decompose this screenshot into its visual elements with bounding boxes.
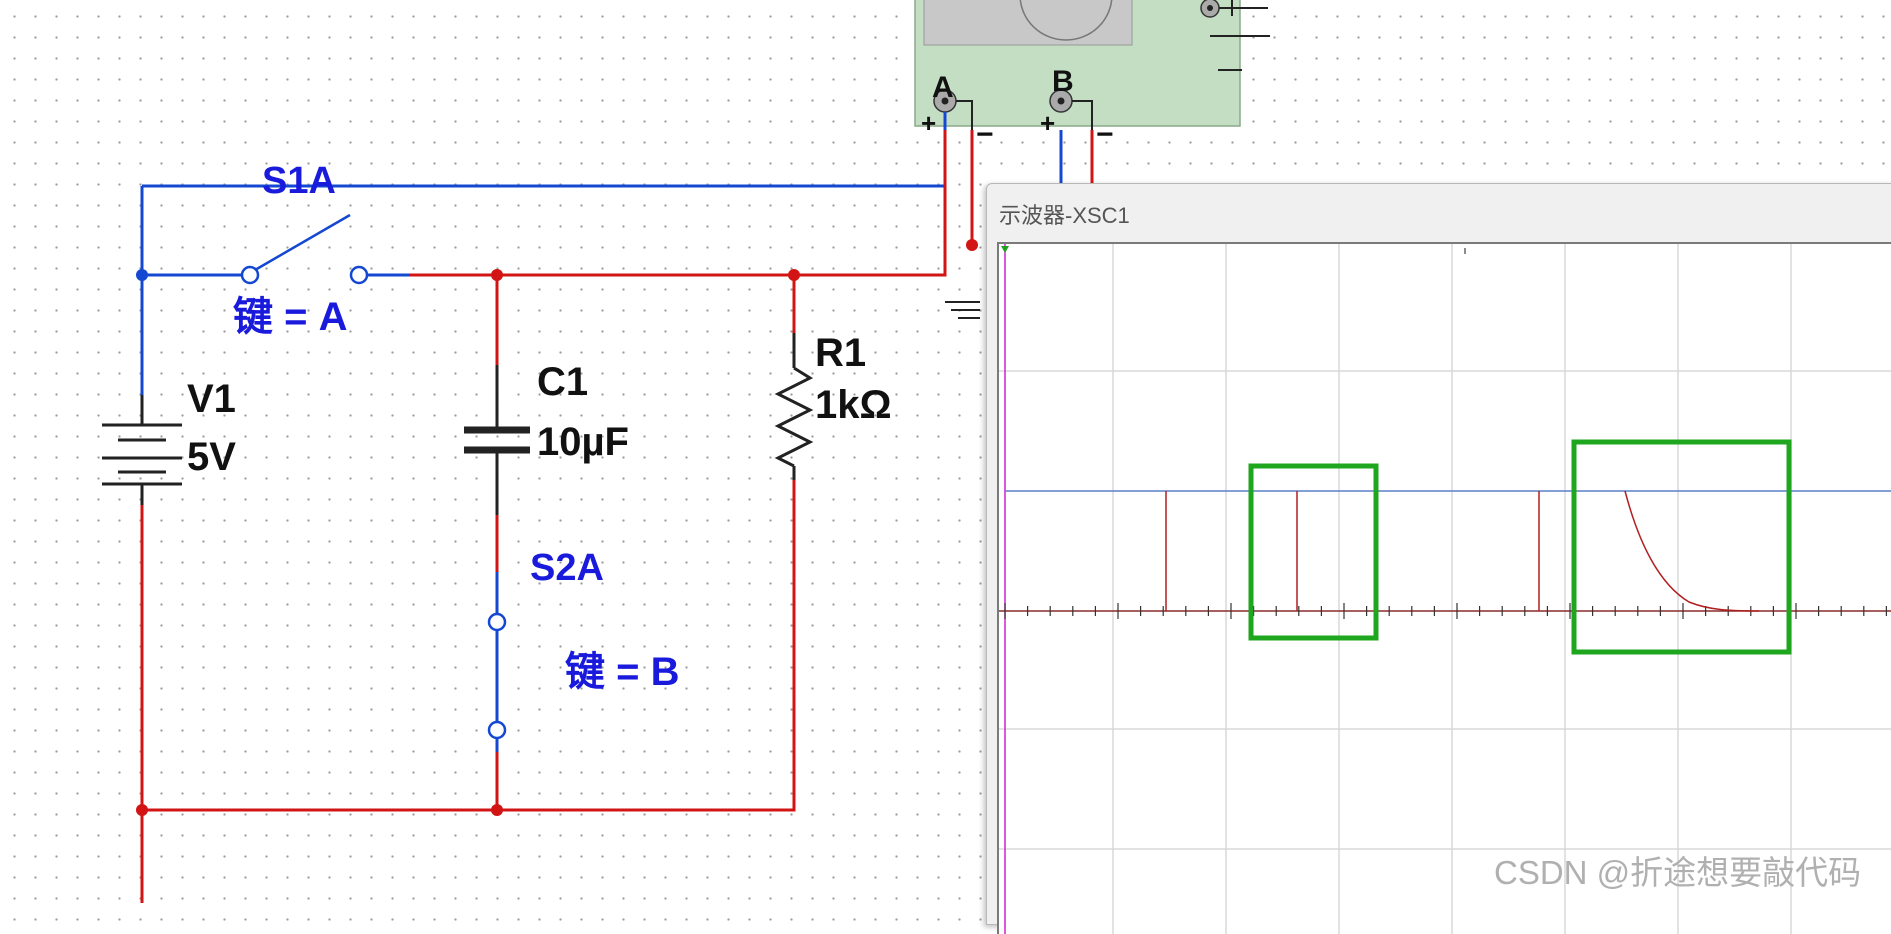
ground-symbol [945, 301, 980, 319]
junction-dot [491, 804, 503, 816]
channel-a-plus: + [921, 108, 936, 138]
switch-lever[interactable] [254, 213, 351, 272]
switch-s2a-name: S2A [530, 547, 604, 589]
junction-dot [136, 269, 148, 281]
resistor-value: 1kΩ [815, 383, 892, 427]
battery-name: V1 [187, 377, 236, 421]
channel-b-plus: + [1040, 108, 1055, 138]
junction-dot [788, 269, 800, 281]
resistor-name: R1 [815, 331, 866, 375]
channel-b-trace [1165, 490, 1760, 612]
wire-red[interactable] [142, 480, 796, 812]
switch-contact [487, 720, 507, 740]
switch-contact [349, 265, 369, 285]
graticule-grid [999, 244, 1891, 934]
junction-dot [136, 804, 148, 816]
oscilloscope-screen[interactable] [997, 242, 1891, 934]
watermark: CSDN @折途想要敲代码 [1494, 854, 1862, 891]
oscilloscope-window-title[interactable]: 示波器-XSC1 [999, 198, 1130, 230]
switch-s1a[interactable] [240, 213, 410, 285]
resistor-r1[interactable] [774, 333, 814, 480]
capacitor-name: C1 [537, 360, 588, 404]
highlight-box [1248, 463, 1379, 641]
channel-a-minus: − [976, 118, 994, 151]
channel-a-label: A [932, 71, 954, 104]
switch-s1a-key: 键 = A [233, 295, 347, 339]
junction-dot [966, 239, 978, 251]
switch-contact [487, 612, 507, 632]
oscilloscope-graticule [999, 244, 1891, 934]
switch-s1a-name: S1A [262, 160, 336, 202]
channel-b-label: B [1052, 65, 1074, 98]
trigger-marker-icon [1001, 246, 1009, 253]
oscilloscope-window[interactable]: 示波器-XSC1 [986, 183, 1891, 934]
capacitor-c1[interactable] [464, 365, 530, 515]
battery-value: 5V [187, 435, 236, 479]
channel-b-minus: − [1096, 118, 1114, 151]
oscilloscope-display [923, 0, 1133, 46]
switch-s2a-key: 键 = B [565, 650, 679, 694]
capacitor-value: 10µF [537, 420, 629, 464]
junction-dot [491, 269, 503, 281]
wires [140, 112, 1094, 903]
battery-v1[interactable] [102, 395, 182, 505]
highlight-box [1571, 439, 1792, 655]
wire-red[interactable] [367, 130, 947, 277]
oscilloscope-symbol[interactable]: A + − B + − [914, 0, 1270, 151]
